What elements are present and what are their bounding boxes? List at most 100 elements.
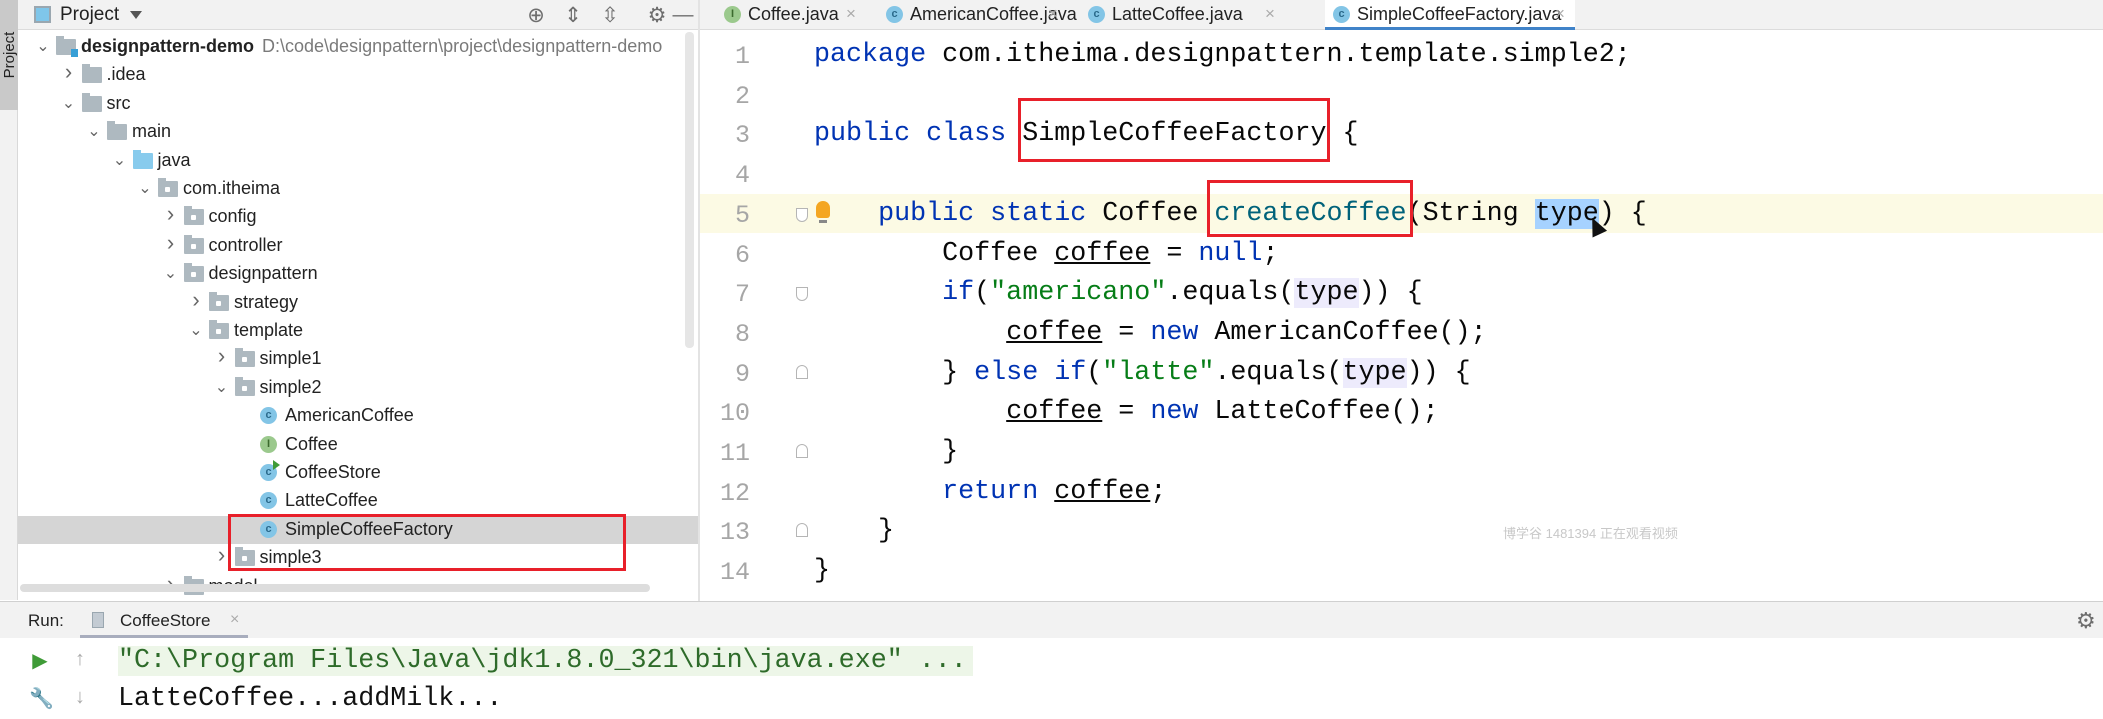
tree-item-label: controller <box>209 235 283 256</box>
tree-item[interactable]: ⌄ simple2 <box>18 374 698 402</box>
gear-icon[interactable]: ⚙ <box>2076 608 2096 634</box>
tree-item-label: strategy <box>234 292 298 313</box>
fold-marker-icon[interactable] <box>796 523 808 538</box>
tree-item[interactable]: I Coffee <box>18 431 698 459</box>
class-icon: c <box>260 407 277 425</box>
code-token: public class <box>814 119 1007 150</box>
code-text: coffee = new LatteCoffee(); <box>814 397 1438 427</box>
tree-item[interactable]: c LatteCoffee <box>18 487 698 515</box>
code-text: } <box>814 437 958 467</box>
line-number: 9 <box>734 359 750 389</box>
editor-tab[interactable]: c LatteCoffee.java × <box>1080 0 1285 30</box>
tree-item[interactable]: c CoffeeStore <box>18 459 698 487</box>
tree-item[interactable]: › controller <box>18 230 698 260</box>
code-token: (String <box>1406 198 1535 229</box>
editor-tab[interactable]: I Coffee.java × <box>716 0 866 30</box>
chevron-down-icon[interactable]: ⌄ <box>113 150 127 170</box>
chevron-down-icon[interactable] <box>130 11 142 19</box>
tree-item[interactable]: c AmericanCoffee <box>18 402 698 430</box>
fold-marker-icon[interactable] <box>796 444 808 458</box>
tree-item[interactable]: › strategy <box>18 287 698 317</box>
tree-item-name: CoffeeStore <box>285 462 381 482</box>
arrow-up-icon[interactable]: ↑ <box>69 648 91 671</box>
tree-item-label: template <box>234 320 303 341</box>
code-token: } <box>814 516 895 547</box>
chevron-down-icon[interactable]: ⌄ <box>62 93 76 113</box>
editor-tab[interactable]: c AmericanCoffee.java × <box>878 0 1077 30</box>
code-token: ; <box>1262 238 1279 269</box>
tree-item[interactable]: ⌄ com.itheima <box>18 175 698 203</box>
tree-item[interactable]: › simple1 <box>18 343 698 373</box>
module-icon <box>56 36 78 57</box>
tree-item[interactable]: ⌄ src <box>18 90 698 118</box>
interface-icon: I <box>724 6 741 23</box>
code-editor[interactable]: 1 package com.itheima.designpattern.templ… <box>700 31 2103 601</box>
run-config-icon <box>92 612 104 628</box>
code-line: 14} <box>700 551 2103 591</box>
run-tab-coffeestore[interactable]: CoffeeStore × <box>80 602 248 638</box>
folder-icon <box>81 92 102 112</box>
close-icon[interactable]: × <box>1555 4 1565 24</box>
chevron-right-icon[interactable]: › <box>164 201 178 227</box>
chevron-right-icon[interactable]: › <box>215 542 229 568</box>
fold-marker-icon[interactable] <box>796 364 808 379</box>
package-icon <box>234 348 255 368</box>
tree-item[interactable]: ⌄ main <box>18 118 698 146</box>
tree-item-label: com.itheima <box>183 178 280 199</box>
tree-item[interactable]: ⌄ template <box>18 317 698 345</box>
tree-item[interactable]: › .idea <box>18 59 698 89</box>
project-panel-title[interactable]: Project <box>60 4 119 26</box>
chevron-right-icon[interactable]: › <box>189 287 203 313</box>
tree-vertical-scrollbar[interactable] <box>685 32 694 348</box>
chevron-down-icon[interactable]: ⌄ <box>189 320 203 340</box>
run-badge-icon <box>273 460 280 470</box>
tree-item[interactable]: ⌄ java <box>18 147 698 175</box>
line-number: 1 <box>734 42 750 71</box>
chevron-down-icon[interactable]: ⌄ <box>87 121 101 141</box>
tree-item-name: designpattern-demo <box>81 36 255 56</box>
close-icon[interactable]: × <box>1265 4 1275 24</box>
fold-marker-icon[interactable] <box>796 287 808 302</box>
line-number: 8 <box>734 319 750 349</box>
chevron-down-icon[interactable]: ⌄ <box>138 178 152 198</box>
chevron-right-icon[interactable]: › <box>62 59 76 85</box>
code-token: } <box>814 357 975 388</box>
tree-item-name: main <box>132 121 172 142</box>
code-token: coffee <box>1054 238 1151 269</box>
code-token: public static <box>878 198 1087 229</box>
collapse-all-icon[interactable]: ⇳ <box>597 3 623 28</box>
interface-icon: I <box>260 435 277 453</box>
chevron-down-icon[interactable]: ⌄ <box>164 263 178 283</box>
editor-tab[interactable]: c SimpleCoffeeFactory.java × <box>1325 0 1575 30</box>
tree-horizontal-scrollbar[interactable] <box>20 584 650 592</box>
tree-item-label: main <box>132 121 171 142</box>
chevron-down-icon[interactable]: ⌄ <box>215 377 229 397</box>
left-tool-strip: Project <box>0 0 18 600</box>
line-number: 7 <box>734 280 750 310</box>
minimize-icon[interactable]: — <box>670 3 696 27</box>
chevron-right-icon[interactable]: › <box>215 343 229 369</box>
rerun-icon[interactable]: ▶ <box>29 648 51 673</box>
console-output[interactable]: "C:\Program Files\Java\jdk1.8.0_321\bin\… <box>118 640 2103 719</box>
tree-item-label: simple2 <box>260 377 322 398</box>
code-token: new <box>1150 317 1199 348</box>
gear-icon[interactable]: ⚙ <box>644 3 670 28</box>
code-line: 12 return coffee; <box>700 472 2103 512</box>
wrench-icon[interactable]: 🔧 <box>29 686 54 711</box>
tree-item[interactable]: › config <box>18 201 698 231</box>
code-token: Coffee <box>814 238 1055 269</box>
expand-all-icon[interactable]: ⇕ <box>560 3 586 28</box>
close-icon[interactable]: × <box>846 4 856 24</box>
close-icon[interactable]: × <box>230 611 239 629</box>
tree-item[interactable]: ⌄ designpattern-demo D:\code\designpattern… <box>18 33 698 61</box>
project-tool-tab[interactable]: Project <box>0 0 18 110</box>
fold-marker-icon[interactable] <box>796 207 808 222</box>
arrow-down-icon[interactable]: ↓ <box>69 686 91 709</box>
close-icon[interactable]: × <box>1048 4 1058 24</box>
locate-icon[interactable]: ⊕ <box>523 3 549 28</box>
tree-item[interactable]: ⌄ designpattern <box>18 260 698 288</box>
chevron-down-icon[interactable]: ⌄ <box>36 36 50 56</box>
chevron-right-icon[interactable]: › <box>164 230 178 256</box>
folder-icon <box>81 64 102 84</box>
